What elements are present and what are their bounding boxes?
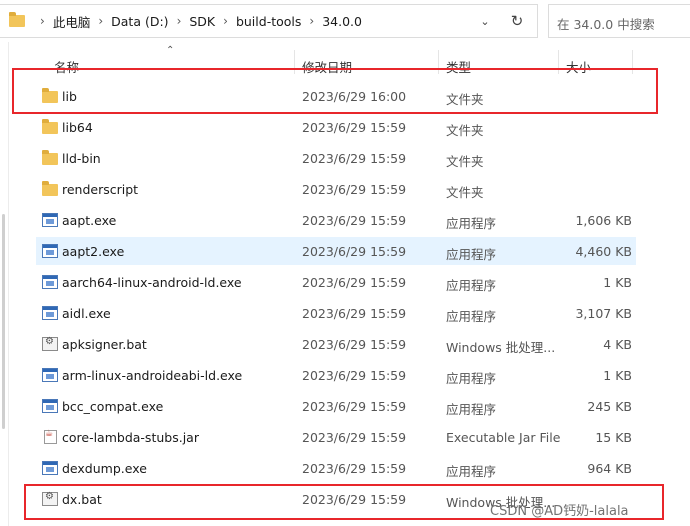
file-date: 2023/6/29 15:59 — [302, 306, 407, 321]
exe-icon — [42, 275, 58, 289]
file-date: 2023/6/29 15:59 — [302, 182, 407, 197]
file-size: 1 KB — [603, 275, 632, 290]
separator-icon: › — [40, 14, 45, 28]
exe-icon — [42, 306, 58, 320]
exe-icon — [42, 368, 58, 382]
file-type: 应用程序 — [446, 247, 497, 262]
folder-icon — [42, 181, 58, 196]
file-type: 应用程序 — [446, 402, 497, 417]
jar-icon — [44, 429, 57, 444]
file-size: 3,107 KB — [575, 306, 632, 321]
folder-icon — [9, 12, 25, 27]
breadcrumb-build-tools[interactable]: build-tools — [236, 14, 301, 29]
breadcrumb-data-drive[interactable]: Data (D:) — [111, 14, 168, 29]
exe-icon — [42, 244, 58, 258]
file-name: aidl.exe — [62, 306, 111, 321]
file-date: 2023/6/29 15:59 — [302, 151, 407, 166]
search-placeholder: 在 34.0.0 中搜索 — [557, 17, 655, 32]
bat-icon — [42, 336, 58, 351]
file-date: 2023/6/29 15:59 — [302, 461, 407, 476]
file-size: 4,460 KB — [575, 244, 632, 259]
list-item[interactable]: aapt.exe 2023/6/29 15:59 应用程序 1,606 KB — [36, 206, 636, 234]
toolbar: › 此电脑 › Data (D:) › SDK › build-tools › … — [0, 0, 690, 42]
sort-ascending-icon: ⌃ — [166, 45, 175, 56]
breadcrumb-34-0-0[interactable]: 34.0.0 — [322, 14, 362, 29]
breadcrumb-sdk[interactable]: SDK — [189, 14, 215, 29]
list-item[interactable]: arm-linux-androideabi-ld.exe 2023/6/29 1… — [36, 361, 636, 389]
file-date: 2023/6/29 15:59 — [302, 244, 407, 259]
exe-icon — [42, 399, 58, 413]
refresh-icon[interactable]: ↻ — [504, 5, 530, 37]
list-item[interactable]: lib64 2023/6/29 15:59 文件夹 — [36, 113, 636, 141]
file-date: 2023/6/29 15:59 — [302, 368, 407, 383]
file-name: aarch64-linux-android-ld.exe — [62, 275, 242, 290]
file-date: 2023/6/29 15:59 — [302, 337, 407, 352]
folder-icon — [42, 150, 58, 165]
file-date: 2023/6/29 15:59 — [302, 430, 407, 445]
file-type: 应用程序 — [446, 464, 497, 479]
folder-icon — [42, 119, 58, 134]
file-size: 964 KB — [587, 461, 632, 476]
scrollbar-thumb[interactable] — [2, 214, 5, 429]
list-item[interactable]: lld-bin 2023/6/29 15:59 文件夹 — [36, 144, 636, 172]
file-name: dexdump.exe — [62, 461, 147, 476]
file-type: 应用程序 — [446, 309, 497, 324]
file-type: 应用程序 — [446, 216, 497, 231]
list-item[interactable]: aidl.exe 2023/6/29 15:59 应用程序 3,107 KB — [36, 299, 636, 327]
file-date: 2023/6/29 15:59 — [302, 399, 407, 414]
highlight-box-lib — [12, 68, 658, 114]
list-item[interactable]: aapt2.exe 2023/6/29 15:59 应用程序 4,460 KB — [36, 237, 636, 265]
breadcrumb: › 此电脑 › Data (D:) › SDK › build-tools › … — [32, 5, 362, 37]
file-name: aapt.exe — [62, 213, 117, 228]
exe-icon — [42, 461, 58, 475]
file-type: 应用程序 — [446, 371, 497, 386]
exe-icon — [42, 213, 58, 227]
file-date: 2023/6/29 15:59 — [302, 275, 407, 290]
file-name: aapt2.exe — [62, 244, 125, 259]
separator-icon: › — [309, 14, 315, 28]
file-date: 2023/6/29 15:59 — [302, 120, 407, 135]
separator-icon: › — [98, 14, 104, 28]
chevron-down-icon[interactable]: ⌄ — [476, 5, 494, 37]
file-type: 文件夹 — [446, 154, 484, 169]
file-name: core-lambda-stubs.jar — [62, 430, 199, 445]
file-type: 应用程序 — [446, 278, 497, 293]
list-item[interactable]: apksigner.bat 2023/6/29 15:59 Windows 批处… — [36, 330, 636, 358]
list-item[interactable]: renderscript 2023/6/29 15:59 文件夹 — [36, 175, 636, 203]
file-size: 1 KB — [603, 368, 632, 383]
file-name: renderscript — [62, 182, 139, 197]
address-bar[interactable]: › 此电脑 › Data (D:) › SDK › build-tools › … — [0, 4, 538, 38]
file-name: bcc_compat.exe — [62, 399, 164, 414]
file-size: 15 KB — [595, 430, 632, 445]
file-name: lib64 — [62, 120, 93, 135]
separator-icon: › — [176, 14, 182, 28]
breadcrumb-this-pc[interactable]: 此电脑 — [53, 12, 91, 31]
list-item[interactable]: bcc_compat.exe 2023/6/29 15:59 应用程序 245 … — [36, 392, 636, 420]
file-size: 4 KB — [603, 337, 632, 352]
file-date: 2023/6/29 15:59 — [302, 213, 407, 228]
file-name: apksigner.bat — [62, 337, 147, 352]
file-name: arm-linux-androideabi-ld.exe — [62, 368, 243, 383]
file-size: 245 KB — [587, 399, 632, 414]
list-item[interactable]: core-lambda-stubs.jar 2023/6/29 15:59 Ex… — [36, 423, 636, 451]
file-type: 文件夹 — [446, 185, 484, 200]
file-type: 文件夹 — [446, 123, 484, 138]
search-input[interactable]: 在 34.0.0 中搜索 — [548, 4, 690, 38]
navigation-pane-edge — [0, 42, 9, 526]
file-name: lld-bin — [62, 151, 101, 166]
list-item[interactable]: dexdump.exe 2023/6/29 15:59 应用程序 964 KB — [36, 454, 636, 482]
watermark: CSDN @AD钙奶-lalala — [490, 504, 629, 519]
list-item[interactable]: aarch64-linux-android-ld.exe 2023/6/29 1… — [36, 268, 636, 296]
separator-icon: › — [223, 14, 228, 28]
file-size: 1,606 KB — [575, 213, 632, 228]
